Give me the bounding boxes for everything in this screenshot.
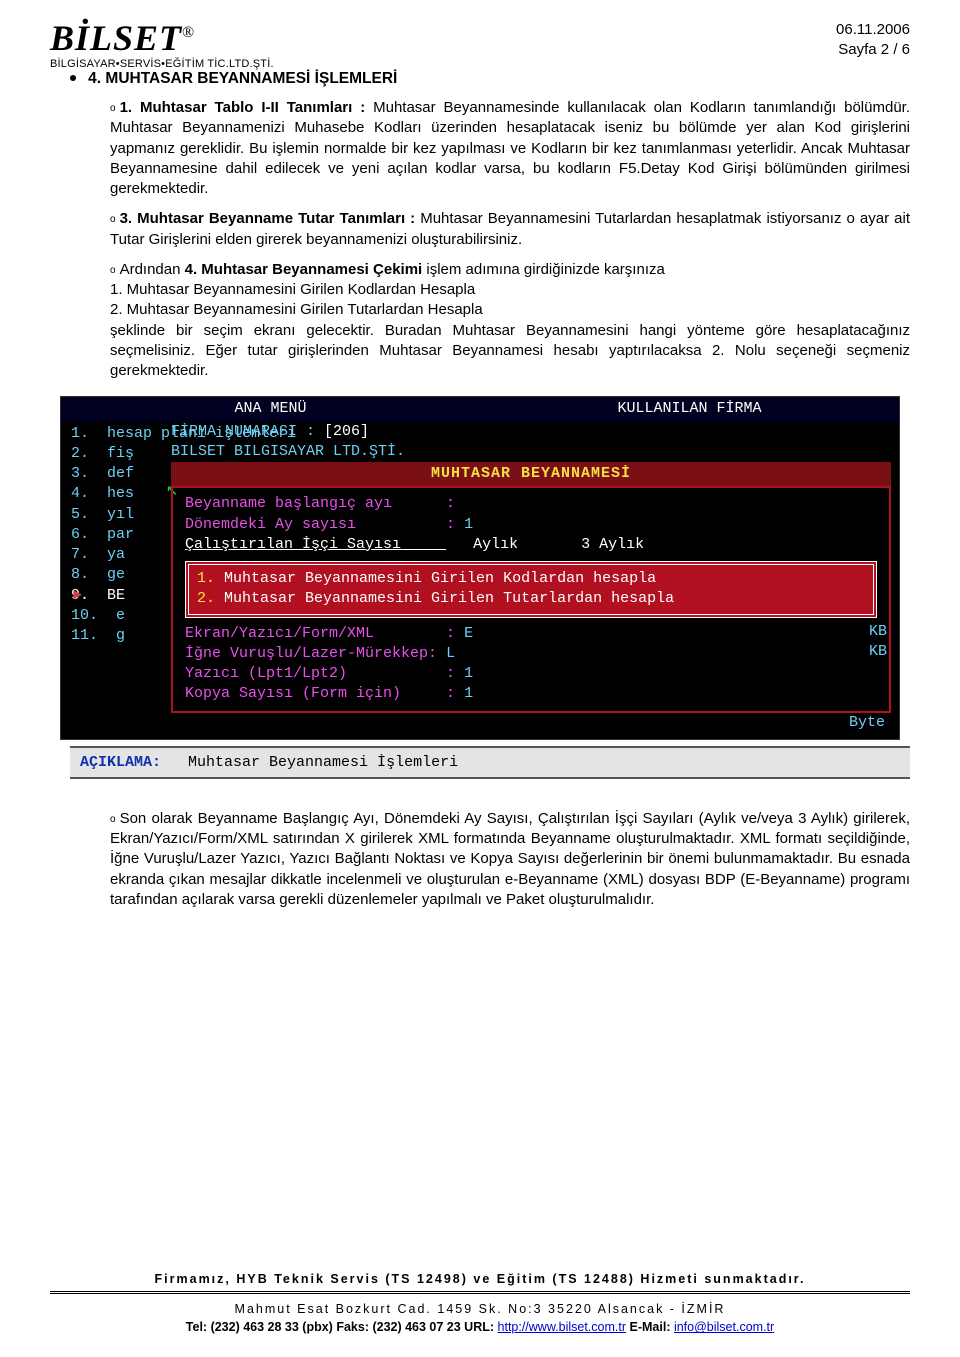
- field-igne: İğne Vuruşlu/Lazer-Mürekkep: L: [185, 644, 877, 664]
- circle-bullet-icon: o: [110, 213, 116, 227]
- menu-item-7[interactable]: 7. ya: [71, 545, 171, 565]
- circle-bullet-icon: o: [110, 813, 116, 827]
- paragraph-3: o Ardından 4. Muhtasar Beyannamesi Çekimi…: [110, 260, 910, 382]
- field-yazici-label: Yazıcı (Lpt1/Lpt2) :: [185, 665, 455, 682]
- p3-post: işlem adımına girdiğinizde karşınıza: [422, 261, 665, 278]
- kb-column: KB KB: [869, 622, 893, 663]
- kb-1: KB: [869, 622, 893, 642]
- field-isci-3aylik: 3 Aylık: [581, 536, 644, 553]
- page-header: BİLSET® BİLGİSAYAR•SERVİS•EĞİTİM TİC.LTD…: [50, 20, 910, 70]
- menu-item-8[interactable]: 8. ge: [71, 565, 171, 585]
- p3-tail: şeklinde bir seçim ekranı gelecektir. Bu…: [110, 322, 910, 380]
- field-yazici-value: 1: [464, 665, 473, 682]
- menu-item-11[interactable]: 11. g: [71, 626, 171, 646]
- option-2-num: 2.: [197, 590, 215, 607]
- paragraph-1: o1. Muhtasar Tablo I-II Tanımları : Muht…: [110, 98, 910, 199]
- paragraph-2: o 3. Muhtasar Beyanname Tutar Tanımları :…: [110, 209, 910, 250]
- logo-subtitle: BİLGİSAYAR•SERVİS•EĞİTİM TİC.LTD.ŞTİ.: [50, 58, 274, 70]
- terminal-header-right: KULLANILAN FİRMA: [480, 397, 899, 421]
- field-ay-label: Dönemdeki Ay sayısı :: [185, 516, 455, 533]
- p4-body: Son olarak Beyanname Başlangıç Ayı, Döne…: [110, 810, 910, 908]
- explanation-bar: AÇIKLAMA: Muhtasar Beyannamesi İşlemleri: [70, 746, 910, 779]
- footer-line1: Firmamız, HYB Teknik Servis (TS 12498) v…: [50, 1270, 910, 1289]
- paragraph-4: oSon olarak Beyanname Başlangıç Ayı, Dön…: [110, 809, 910, 910]
- field-isci-aylik: Aylık: [473, 536, 518, 553]
- terminal-header: ANA MENÜ KULLANILAN FİRMA: [61, 397, 899, 421]
- header-date: 06.11.2006: [836, 20, 910, 40]
- firma-no-label: FİRMA NUMARASI :: [171, 423, 315, 440]
- circle-bullet-icon: o: [110, 264, 116, 278]
- footer-mail-link[interactable]: info@bilset.com.tr: [674, 1320, 774, 1334]
- firma-name: BILSET BILGISAYAR LTD.ŞTİ.: [171, 442, 899, 462]
- p3-line2: 2. Muhtasar Beyannamesini Girilen Tutarl…: [110, 301, 483, 318]
- byte-line: Byte: [61, 713, 899, 739]
- terminal-header-left: ANA MENÜ: [61, 397, 480, 421]
- field-ekran-label: Ekran/Yazıcı/Form/XML :: [185, 625, 455, 642]
- footer-url-link[interactable]: http://www.bilset.com.tr: [498, 1320, 627, 1334]
- field-yazici: Yazıcı (Lpt1/Lpt2) : 1: [185, 664, 877, 684]
- section-title: 4. MUHTASAR BEYANNAMESİ İŞLEMLERİ: [88, 70, 397, 87]
- p3-pre: Ardından: [120, 261, 185, 278]
- panel-body: Beyanname başlangıç ayı : Dönemdeki Ay s…: [171, 486, 891, 712]
- logo-title: BİLSET®: [50, 20, 274, 56]
- menu-item-10[interactable]: 10. e: [71, 606, 171, 626]
- field-igne-value: L: [446, 645, 455, 662]
- field-baslangic: Beyanname başlangıç ayı :: [185, 494, 877, 514]
- logo-block: BİLSET® BİLGİSAYAR•SERVİS•EĞİTİM TİC.LTD…: [50, 20, 274, 70]
- registered-icon: ®: [182, 24, 195, 41]
- explanation-label: AÇIKLAMA:: [80, 754, 161, 771]
- menu-item-2[interactable]: 2. fiş: [71, 444, 171, 464]
- menu-item-3[interactable]: 3. def: [71, 464, 171, 484]
- field-kopya: Kopya Sayısı (Form için) : 1: [185, 684, 877, 704]
- logo-text: BİLSET: [50, 18, 182, 58]
- header-right: 06.11.2006 Sayfa 2 / 6: [836, 20, 910, 59]
- header-page: Sayfa 2 / 6: [836, 40, 910, 60]
- panel-title: MUHTASAR BEYANNAMESİ: [171, 462, 891, 486]
- field-kopya-value: 1: [464, 685, 473, 702]
- firma-no-value: [206]: [324, 423, 369, 440]
- menu-item-5[interactable]: 5. yıl: [71, 505, 171, 525]
- field-ay: Dönemdeki Ay sayısı : 1: [185, 515, 877, 535]
- p3-bold: 4. Muhtasar Beyannamesi Çekimi: [185, 261, 423, 278]
- option-1[interactable]: 1. Muhtasar Beyannamesini Girilen Kodlar…: [197, 569, 865, 589]
- footer-mid: E-Mail:: [626, 1320, 674, 1334]
- option-2-text: Muhtasar Beyannamesini Girilen Tutarlard…: [215, 590, 674, 607]
- footer-tel: Tel: (232) 463 28 33 (pbx) Faks: (232) 4…: [186, 1320, 498, 1334]
- explanation-text: Muhtasar Beyannamesi İşlemleri: [188, 754, 458, 771]
- menu-item-9-selected[interactable]: 9. BE: [71, 586, 171, 606]
- field-isci: Çalıştırılan İşçi Sayısı Aylık 3 Aylık: [185, 535, 877, 555]
- menu-item-4[interactable]: 4. hes: [71, 484, 171, 504]
- field-ay-value: 1: [464, 516, 473, 533]
- p2-lead: 3. Muhtasar Beyanname Tutar Tanımları :: [120, 210, 416, 227]
- footer-line3: Tel: (232) 463 28 33 (pbx) Faks: (232) 4…: [50, 1318, 910, 1337]
- option-2[interactable]: 2. Muhtasar Beyannamesini Girilen Tutarl…: [197, 589, 865, 609]
- field-kopya-label: Kopya Sayısı (Form için) :: [185, 685, 455, 702]
- menu-item-1[interactable]: 1. hesap planı işlemleri: [71, 424, 171, 444]
- page-footer: Firmamız, HYB Teknik Servis (TS 12498) v…: [50, 1270, 910, 1337]
- field-baslangic-label: Beyanname başlangıç ayı :: [185, 495, 455, 512]
- option-1-text: Muhtasar Beyannamesini Girilen Kodlardan…: [215, 570, 656, 587]
- option-1-num: 1.: [197, 570, 215, 587]
- field-ekran: Ekran/Yazıcı/Form/XML : E: [185, 624, 877, 644]
- field-ekran-value: E: [464, 625, 473, 642]
- field-igne-label: İğne Vuruşlu/Lazer-Mürekkep:: [185, 645, 437, 662]
- bullet-dot-icon: [70, 75, 76, 81]
- field-isci-label: Çalıştırılan İşçi Sayısı: [185, 536, 446, 553]
- section-bullet: 4. MUHTASAR BEYANNAMESİ İŞLEMLERİ: [70, 70, 910, 88]
- menu-item-6[interactable]: 6. par: [71, 525, 171, 545]
- terminal-screenshot: ANA MENÜ KULLANILAN FİRMA ↖ 1. hesap pla…: [60, 396, 900, 779]
- option-selection-box[interactable]: 1. Muhtasar Beyannamesini Girilen Kodlar…: [185, 561, 877, 618]
- p3-line1: 1. Muhtasar Beyannamesini Girilen Kodlar…: [110, 281, 475, 298]
- main-menu-list[interactable]: 1. hesap planı işlemleri 2. fiş 3. def 4…: [61, 422, 171, 713]
- p1-lead: 1. Muhtasar Tablo I-II Tanımları :: [120, 99, 366, 116]
- footer-line2: Mahmut Esat Bozkurt Cad. 1459 Sk. No:3 3…: [50, 1300, 910, 1319]
- circle-bullet-icon: o: [110, 102, 116, 116]
- kb-2: KB: [869, 642, 893, 662]
